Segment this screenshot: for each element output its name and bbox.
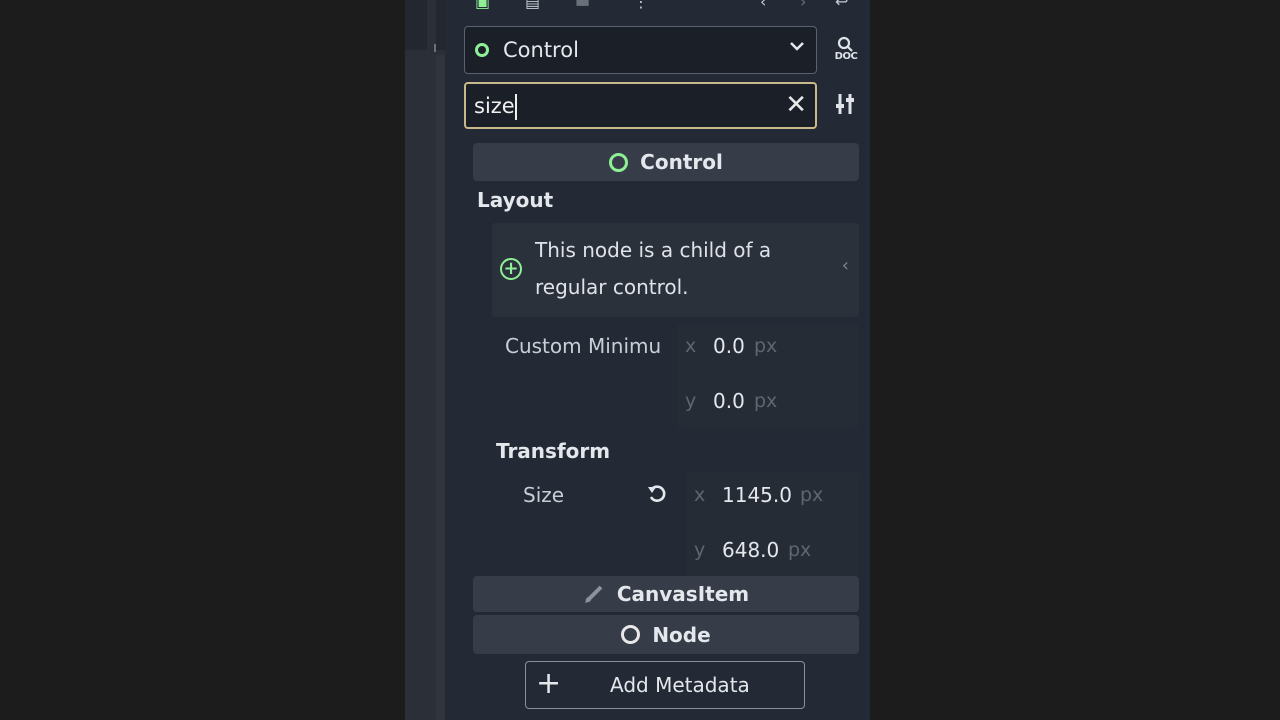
axis-x-label: x [685,335,697,357]
layout-plus-icon: + [500,258,522,280]
size-x-value[interactable]: 1145.0 [722,483,792,507]
axis-y-label: y [685,390,697,412]
control-node-icon [609,152,629,172]
scrollbar-thumb[interactable] [427,0,436,720]
chevron-down-icon [790,42,804,51]
tools-icon [836,94,854,114]
unit-px: px [754,390,778,412]
add-metadata-label: Add Metadata [610,673,750,697]
section-control-label: Control [640,150,723,174]
layout-info-line1: This node is a child of a [535,238,772,262]
text-caret [515,94,517,120]
axis-x-label: x [694,484,706,506]
node-class-selector[interactable]: Control [464,26,817,74]
section-control[interactable]: Control [473,143,859,181]
plus-icon: + [536,666,562,701]
collapse-arrow-icon[interactable]: ‹ [842,255,849,276]
layout-info-text: This node is a child of a regular contro… [535,232,805,306]
inspector-toolbar: ▣ ▤ ▬ ⋮ ‹ › ↩ [445,0,870,11]
group-layout-title[interactable]: Layout [477,188,553,212]
custom-minimum-size-label: Custom Minimu [505,334,662,358]
history-menu-icon[interactable]: ↩ [835,0,848,11]
layout-mode-info[interactable]: + This node is a child of a regular cont… [492,223,859,317]
add-metadata-button[interactable]: + Add Metadata [525,661,805,709]
layout-info-line2: regular control. [535,275,689,299]
property-filter-field[interactable]: ✕ [464,82,817,129]
unit-px: px [788,539,812,561]
panel-divider-tick [434,44,436,52]
unit-px: px [800,484,824,506]
search-doc-icon [837,36,853,52]
control-node-icon [475,43,489,57]
section-canvasitem[interactable]: CanvasItem [473,576,859,612]
custom-minimum-y-value[interactable]: 0.0 [713,389,745,413]
section-node[interactable]: Node [473,615,859,654]
history-forward-icon[interactable]: › [800,0,806,11]
clear-filter-icon[interactable]: ✕ [785,90,807,120]
save-resource-icon[interactable]: ▬ [575,0,590,11]
size-label: Size [523,483,565,507]
node-icon [621,625,641,644]
scene-panel [405,0,445,720]
more-options-icon[interactable]: ⋮ [633,0,649,11]
doc-label: DOC [834,51,858,62]
scene-panel-tab [405,0,445,50]
size-y-value[interactable]: 648.0 [722,538,779,562]
custom-minimum-x-value[interactable]: 0.0 [713,334,745,358]
filter-properties-input[interactable] [474,91,774,121]
section-canvasitem-label: CanvasItem [616,582,750,606]
section-node-label: Node [652,622,711,647]
open-resource-icon[interactable]: ▤ [525,0,540,11]
node-class-label: Control [503,38,579,62]
open-documentation-button[interactable]: DOC [832,36,860,64]
unit-px: px [754,335,778,357]
inspector-settings-button[interactable] [834,92,856,121]
history-back-icon[interactable]: ‹ [760,0,766,11]
new-resource-icon[interactable]: ▣ [475,0,490,11]
group-transform-title[interactable]: Transform [496,439,610,463]
axis-y-label: y [694,539,706,561]
revert-icon[interactable] [646,482,670,512]
pencil-icon [583,583,605,605]
